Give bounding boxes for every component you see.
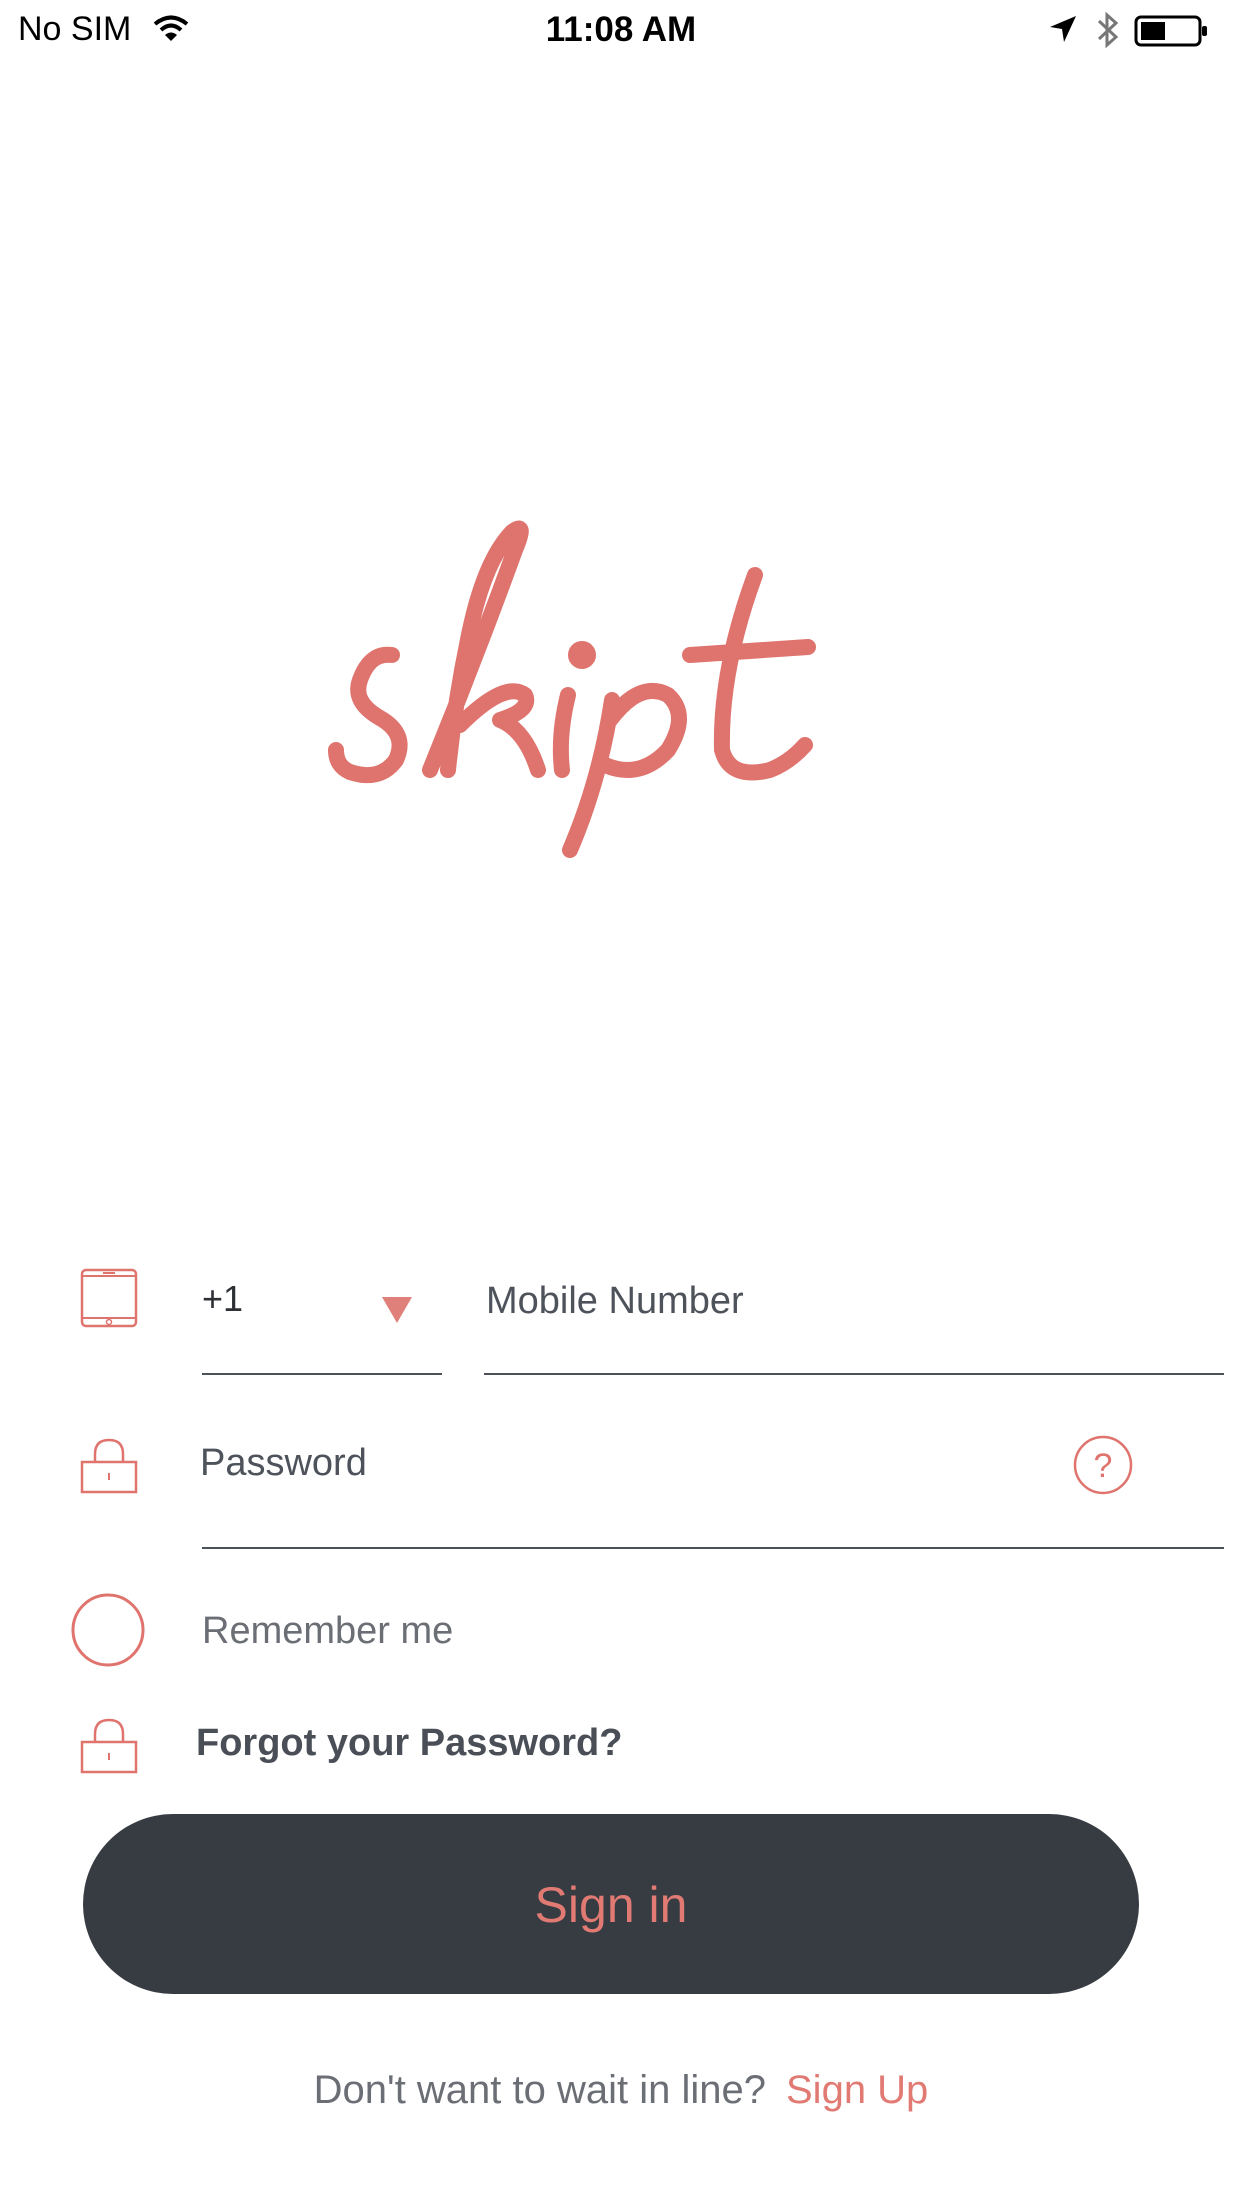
sign-up-link[interactable]: Sign Up (786, 2068, 928, 2112)
wifi-icon (152, 14, 190, 44)
skipt-logo (300, 520, 940, 860)
mobile-number-input[interactable] (484, 1270, 1228, 1332)
help-symbol: ? (1094, 1447, 1113, 1485)
forgot-password-link[interactable]: Forgot your Password? (196, 1722, 622, 1765)
mobile-number-underline (484, 1373, 1224, 1375)
lock-icon (78, 1714, 140, 1776)
remember-me-radio[interactable] (70, 1592, 146, 1668)
battery-icon (1134, 14, 1210, 48)
remember-me-label[interactable]: Remember me (202, 1610, 453, 1653)
country-code-underline (202, 1373, 442, 1375)
lock-icon (78, 1434, 140, 1496)
password-underline (202, 1547, 1224, 1549)
status-bar: 11:08 AM No SIM (0, 0, 1242, 62)
tablet-icon (78, 1268, 140, 1330)
location-arrow-icon (1048, 14, 1078, 44)
dropdown-triangle-icon[interactable] (380, 1295, 414, 1325)
help-icon[interactable]: ? (1072, 1434, 1134, 1496)
sign-up-row: Don't want to wait in line? Sign Up (0, 2068, 1242, 2113)
country-code-value[interactable]: +1 (202, 1278, 243, 1320)
carrier-label: No SIM (18, 10, 132, 48)
bluetooth-icon (1094, 10, 1122, 50)
sign-up-prompt: Don't want to wait in line? (313, 2068, 766, 2112)
sign-in-button[interactable]: Sign in (83, 1814, 1139, 1994)
password-input[interactable] (198, 1432, 1062, 1494)
